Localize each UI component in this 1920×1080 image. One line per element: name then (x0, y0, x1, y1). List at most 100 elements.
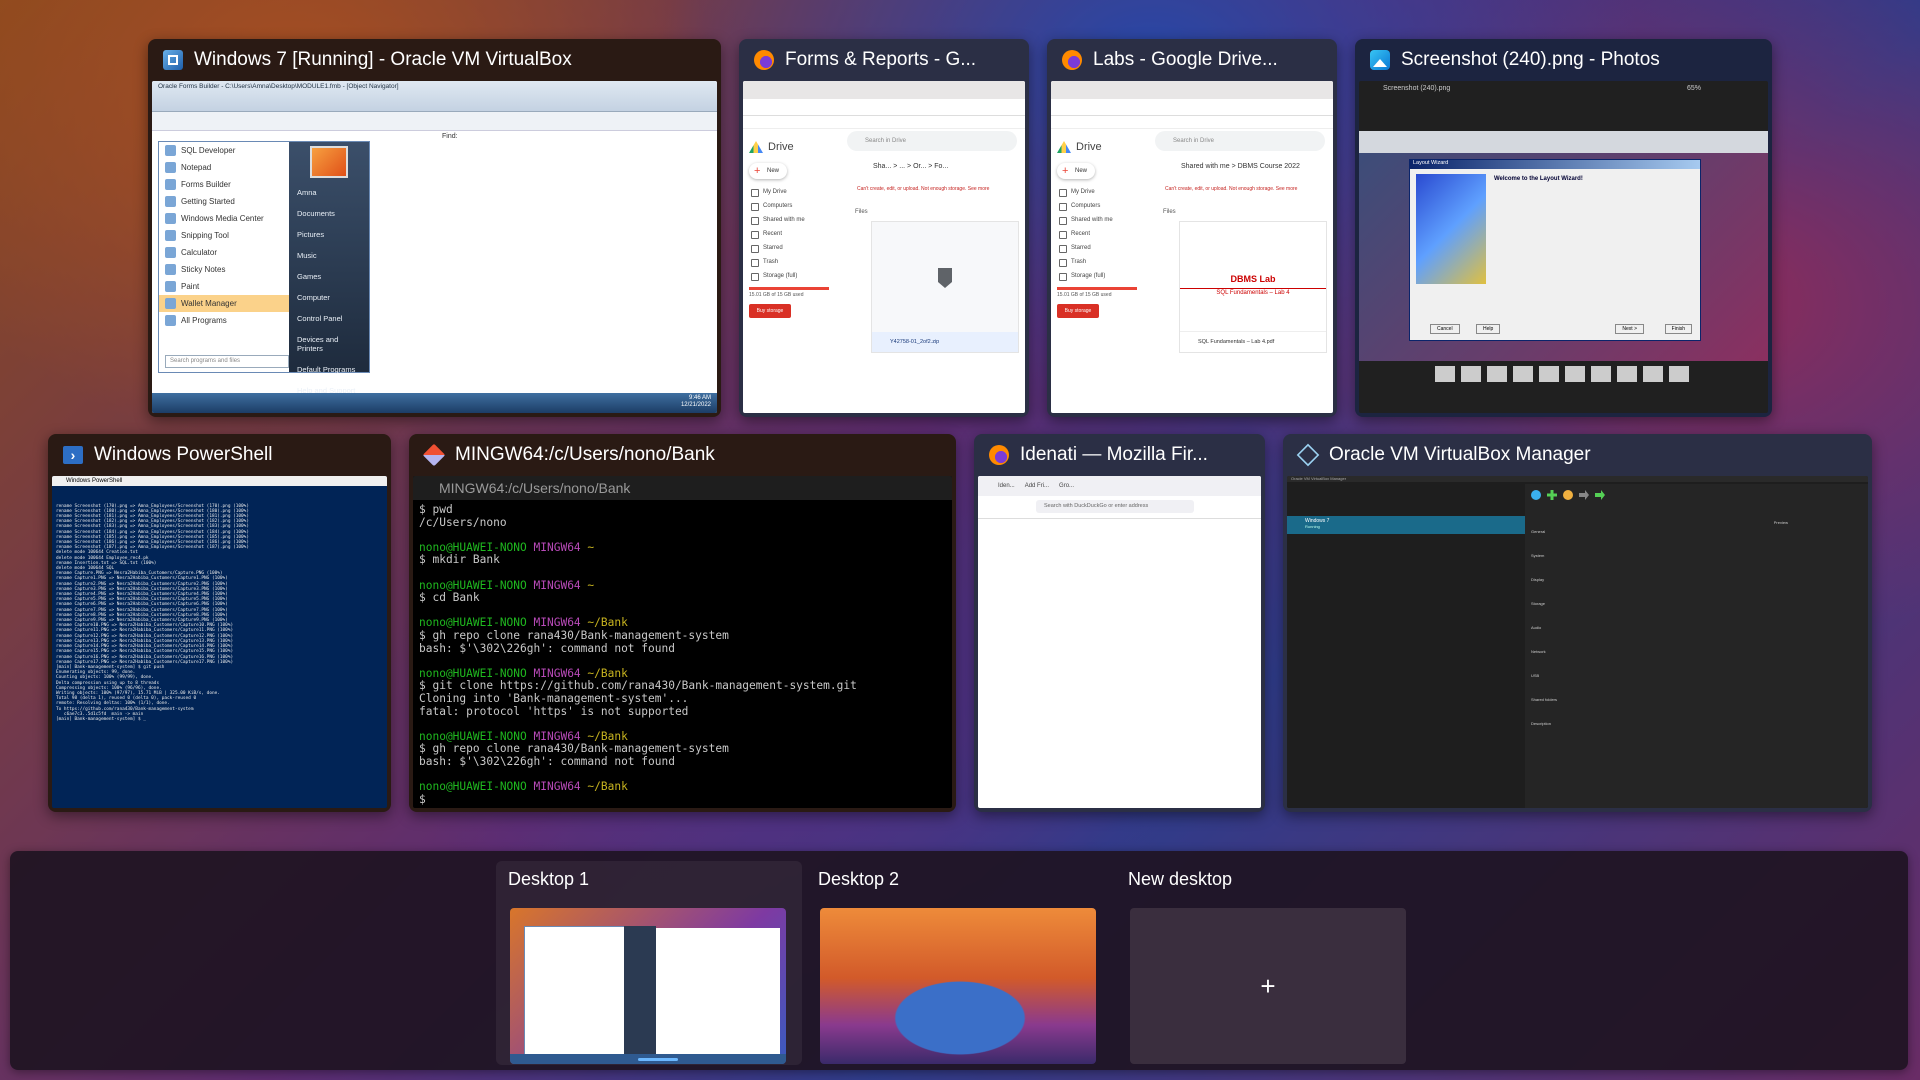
terminal-line: nono@HUAWEI-NONO MINGW64 ~/Bank (419, 780, 628, 794)
start-right-item: Documents (297, 209, 335, 218)
start-menu: SQL Developer Notepad Forms Builder Gett… (158, 141, 370, 395)
photos-icon (1369, 49, 1391, 71)
window-thumbnail-virtualbox-win7[interactable]: Windows 7 [Running] - Oracle VM VirtualB… (148, 39, 721, 417)
start-right-item: Amna (297, 188, 317, 197)
drive-nav-item: Recent (749, 227, 837, 241)
win7-taskbar: 9:46 AM 12/21/2022 (152, 393, 717, 413)
window-preview: Search in Drive Drive New My Drive Compu… (1051, 81, 1333, 413)
photo-image: Layout Wizard Welcome to the Layout Wiza… (1359, 131, 1768, 361)
git-bash-icon (422, 443, 446, 467)
window-title-bar: › Windows PowerShell (48, 434, 391, 476)
window-title-bar: Oracle VM VirtualBox Manager (1283, 434, 1872, 476)
start-right-item: Computer (297, 293, 330, 302)
vm-list-item: Windows 7 Running (1287, 516, 1525, 534)
drive-nav-item: Storage (full) (749, 269, 837, 283)
drive-logo-icon (749, 141, 763, 153)
start-right-item: Devices and Printers (297, 335, 339, 353)
window-thumbnail-forms-reports[interactable]: Forms & Reports - G... Search in Drive D… (739, 39, 1029, 417)
vbm-section: General (1531, 529, 1546, 534)
window-thumbnail-powershell[interactable]: › Windows PowerShell Windows PowerShell … (48, 434, 391, 812)
terminal-header: MINGW64:/c/Users/nono/Bank (413, 476, 952, 500)
file-name: SQL Fundamentals – Lab 4.pdf (1180, 331, 1326, 352)
vbm-title: Oracle VM VirtualBox Manager (1287, 476, 1868, 482)
drive-nav-item: Computers (1057, 199, 1145, 213)
drive-search: Search in Drive (1155, 131, 1325, 151)
firefox-icon (753, 49, 775, 71)
terminal-line: Cloning into 'Bank-management-system'... (419, 691, 689, 705)
window-preview: Iden... Add Fri... Gro... Search with Du… (978, 476, 1261, 808)
start-right-item: Pictures (297, 230, 325, 239)
window-title-bar: Labs - Google Drive... (1047, 39, 1337, 81)
wizard-help: Help (1476, 324, 1501, 334)
window-title-bar: Forms & Reports - G... (739, 39, 1029, 81)
drive-logo-text: Drive (768, 141, 794, 153)
terminal-line: $ pwd (419, 503, 453, 516)
terminal-line: bash: $'\302\226gh': command not found (419, 641, 675, 655)
wizard-next: Next > (1615, 324, 1644, 334)
window-preview: Screenshot (240).png 65% Layout Wizard W… (1359, 81, 1768, 413)
desktop-1[interactable]: Desktop 1 (496, 861, 802, 1065)
desktop-2[interactable]: Desktop 2 (806, 861, 1112, 1065)
desktop-label: Desktop 2 (818, 869, 900, 889)
vbm-preview-label: Preview (1773, 520, 1788, 525)
terminal-output: $ pwd/c/Users/nono nono@HUAWEI-NONO MING… (413, 500, 952, 808)
window-title: Screenshot (240).png - Photos (1401, 49, 1660, 70)
storage-warning: Can't create, edit, or upload. Not enoug… (1165, 186, 1298, 192)
files-header: Files (855, 209, 868, 215)
terminal-line: $ (419, 792, 433, 806)
breadcrumb: Shared with me > DBMS Course 2022 (1181, 163, 1300, 170)
drive-nav-item: Starred (749, 241, 837, 255)
zip-icon (938, 268, 952, 288)
desktop-label: Desktop 1 (508, 869, 590, 889)
wizard-cancel: Cancel (1430, 324, 1460, 334)
virtualbox-icon (162, 49, 184, 71)
window-preview: Oracle VM VirtualBox Manager Windows 7 R… (1287, 476, 1868, 808)
window-title: Oracle VM VirtualBox Manager (1329, 444, 1591, 465)
terminal-line: [main] Bank-management-system] $ _ (56, 716, 146, 722)
window-thumbnail-labs-drive[interactable]: Labs - Google Drive... Search in Drive D… (1047, 39, 1337, 417)
firefox-icon (1061, 49, 1083, 71)
active-desktop-indicator (638, 1058, 678, 1061)
start-menu-right: Amna Documents Pictures Music Games Comp… (289, 142, 369, 395)
window-title-bar: Idenati — Mozilla Fir... (974, 434, 1265, 476)
drive-nav-item: Recent (1057, 227, 1145, 241)
window-title: Labs - Google Drive... (1093, 49, 1278, 70)
window-title: MINGW64:/c/Users/nono/Bank (455, 444, 715, 465)
window-thumbnail-virtualbox-manager[interactable]: Oracle VM VirtualBox Manager Oracle VM V… (1283, 434, 1872, 812)
drive-nav-item: My Drive (1057, 185, 1145, 199)
vm-state: Running (1305, 524, 1320, 529)
firefox-icon (988, 444, 1010, 466)
drive-logo-text: Drive (1076, 141, 1102, 153)
start-right-item: Control Panel (297, 314, 343, 323)
photo-filename: Screenshot (240).png (1383, 85, 1451, 92)
terminal-line: $ mkdir Bank (419, 553, 500, 567)
forms-builder-title: Oracle Forms Builder - C:\Users\Amna\Des… (158, 83, 399, 90)
storage-text: 15.01 GB of 15 GB used (1057, 292, 1112, 298)
window-title-bar: Screenshot (240).png - Photos (1355, 39, 1772, 81)
terminal-line: /c/Users/nono (419, 515, 507, 529)
terminal-line: bash: $'\302\226gh': command not found (419, 754, 675, 768)
start-right-item: Music (297, 251, 317, 260)
window-thumbnail-idenati-firefox[interactable]: Idenati — Mozilla Fir... Iden... Add Fri… (974, 434, 1265, 812)
browser-tab: Gro... (1059, 483, 1075, 489)
storage-warning: Can't create, edit, or upload. Not enoug… (857, 186, 990, 192)
drive-nav-item: My Drive (749, 185, 837, 199)
breadcrumb: Sha... > ... > Or... > Fo... (873, 163, 949, 170)
vbm-section: Network (1531, 649, 1546, 654)
file-name: Y42758-01_2of2.zip (872, 332, 1018, 352)
layout-wizard-dialog: Layout Wizard Welcome to the Layout Wiza… (1409, 159, 1701, 341)
window-preview: MINGW64:/c/Users/nono/Bank $ pwd/c/Users… (413, 476, 952, 808)
drive-nav-item: Computers (749, 199, 837, 213)
window-thumbnail-photos[interactable]: Screenshot (240).png - Photos Screenshot… (1355, 39, 1772, 417)
powershell-output: rename Screenshot (170).png => Amna_Empl… (56, 504, 383, 723)
wizard-heading: Welcome to the Layout Wizard! (1494, 176, 1583, 182)
vm-name: Windows 7 (1305, 518, 1330, 524)
window-thumbnail-git-bash[interactable]: MINGW64:/c/Users/nono/Bank MINGW64:/c/Us… (409, 434, 956, 812)
drive-search: Search in Drive (847, 131, 1017, 151)
desktop-label: New desktop (1128, 869, 1233, 889)
window-title-bar: Windows 7 [Running] - Oracle VM VirtualB… (148, 39, 721, 81)
terminal-line: fatal: protocol 'https' is not supported (419, 704, 689, 718)
new-button: New (1057, 163, 1095, 179)
new-desktop-button[interactable]: + (1130, 908, 1406, 1064)
new-desktop[interactable]: New desktop + (1116, 861, 1422, 1065)
